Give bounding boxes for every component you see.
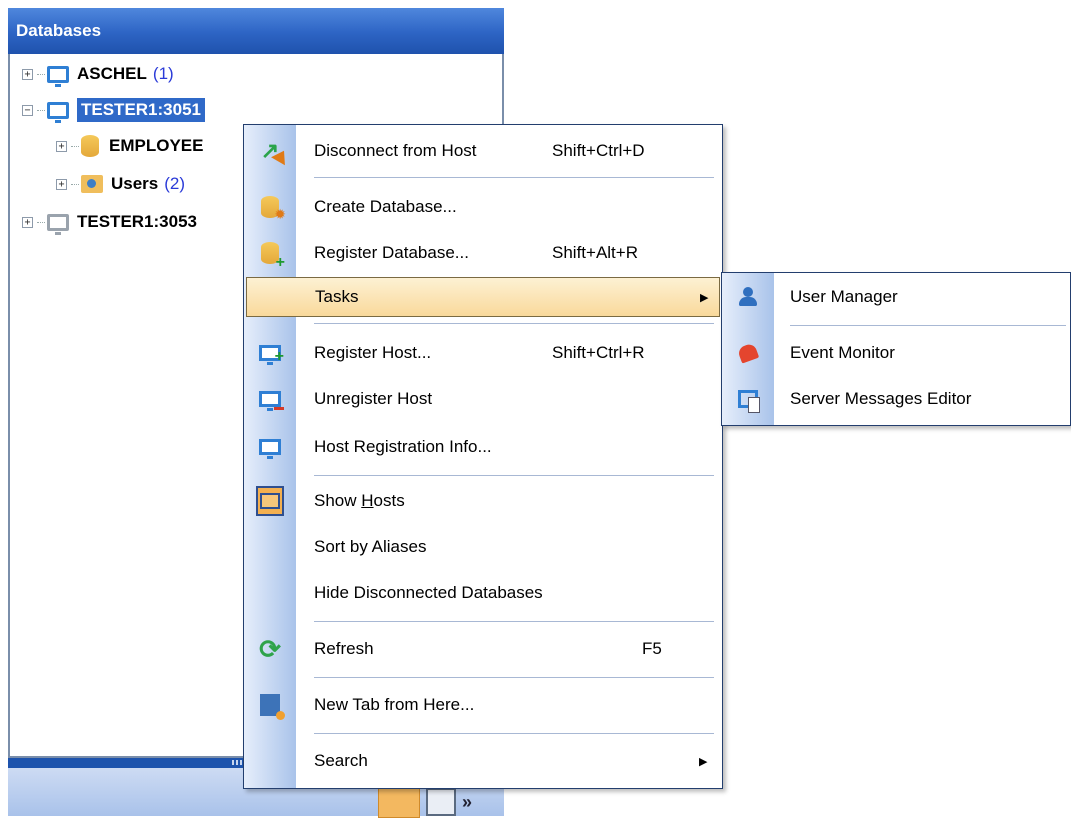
database-icon [81, 135, 99, 157]
menu-separator [314, 621, 714, 622]
menu-item-hide-disconnected-databases[interactable]: Hide Disconnected Databases [244, 573, 722, 613]
context-menu: ↗ Disconnect from Host Shift+Ctrl+D ✹ Cr… [243, 124, 723, 789]
collapse-icon[interactable]: − [22, 104, 33, 116]
overflow-chevron-icon[interactable]: » [462, 793, 472, 811]
monitor-gray-icon [47, 213, 69, 235]
menu-separator [790, 325, 1066, 326]
menu-separator [314, 475, 714, 476]
unregister-host-icon [256, 385, 284, 413]
tree-node-label: EMPLOYEE [109, 136, 204, 155]
refresh-icon: ⟳ [259, 633, 281, 664]
monitor-icon [47, 101, 69, 123]
register-host-icon: + [256, 339, 284, 367]
submenu-item-event-monitor[interactable]: Event Monitor [722, 333, 1070, 373]
menu-item-register-host[interactable]: + Register Host... Shift+Ctrl+R [244, 333, 722, 373]
disconnect-icon: ↗ [260, 138, 280, 163]
submenu-arrow-icon: ▶ [699, 755, 708, 768]
menu-item-unregister-host[interactable]: Unregister Host [244, 379, 722, 419]
tree-node-label: TESTER1:3053 [77, 212, 197, 231]
tree-node-tester1-3051[interactable]: − TESTER1:3051 [22, 98, 205, 123]
panel-title: Databases [8, 8, 504, 54]
expand-icon[interactable]: + [56, 178, 67, 190]
create-database-icon: ✹ [256, 193, 286, 222]
menu-item-show-hosts[interactable]: Show Hosts [244, 481, 722, 521]
menu-item-register-database[interactable]: + Register Database... Shift+Alt+R [244, 233, 722, 273]
menu-item-sort-by-aliases[interactable]: Sort by Aliases [244, 527, 722, 567]
user-manager-icon [734, 283, 762, 311]
tree-node-tester1-3053[interactable]: + TESTER1:3053 [22, 210, 197, 235]
folder-users-icon [81, 175, 103, 193]
expand-icon[interactable]: + [22, 216, 33, 228]
menu-item-search[interactable]: Search ▶ [244, 741, 722, 781]
windows-icon[interactable] [426, 788, 456, 816]
server-messages-icon [734, 385, 762, 413]
menu-item-new-tab-from-here[interactable]: New Tab from Here... [244, 685, 722, 725]
show-hosts-icon [256, 486, 284, 516]
menu-item-create-database[interactable]: ✹ Create Database... [244, 187, 722, 227]
tree-node-aschel[interactable]: + ASCHEL (1) [22, 62, 174, 87]
expand-icon[interactable]: + [56, 140, 67, 152]
menu-separator [314, 733, 714, 734]
tree-node-employee[interactable]: + EMPLOYEE [56, 134, 203, 158]
tab-view-icon[interactable] [378, 786, 420, 818]
expand-icon[interactable]: + [22, 68, 33, 80]
tree-node-users[interactable]: + Users (2) [56, 172, 185, 196]
register-database-icon: + [256, 239, 285, 271]
new-tab-icon [256, 691, 285, 720]
tree-node-label: ASCHEL (1) [77, 64, 174, 83]
event-monitor-icon [734, 339, 762, 367]
menu-separator [314, 323, 714, 324]
tree-node-label: TESTER1:3051 [77, 98, 205, 122]
shortcut: Shift+Alt+R [552, 243, 638, 262]
submenu-item-user-manager[interactable]: User Manager [722, 277, 1070, 317]
shortcut: Shift+Ctrl+R [552, 343, 645, 362]
menu-item-disconnect-from-host[interactable]: ↗ Disconnect from Host Shift+Ctrl+D [244, 131, 722, 171]
submenu-item-server-messages-editor[interactable]: Server Messages Editor [722, 379, 1070, 419]
node-count: (1) [152, 64, 174, 83]
monitor-icon [47, 65, 69, 87]
shortcut: F5 [642, 639, 662, 658]
node-count: (2) [164, 174, 186, 193]
tree-node-label: Users (2) [111, 174, 186, 193]
shortcut: Shift+Ctrl+D [552, 141, 645, 160]
host-info-icon [256, 433, 284, 461]
submenu-arrow-icon: ▶ [700, 291, 709, 304]
menu-item-tasks[interactable]: Tasks ▶ [246, 277, 720, 317]
menu-item-refresh[interactable]: ⟳ Refresh F5 [244, 629, 722, 669]
menu-separator [314, 677, 714, 678]
menu-item-host-registration-info[interactable]: Host Registration Info... [244, 427, 722, 467]
menu-separator [314, 177, 714, 178]
tasks-submenu: User Manager Event Monitor Server Messag… [721, 272, 1071, 426]
